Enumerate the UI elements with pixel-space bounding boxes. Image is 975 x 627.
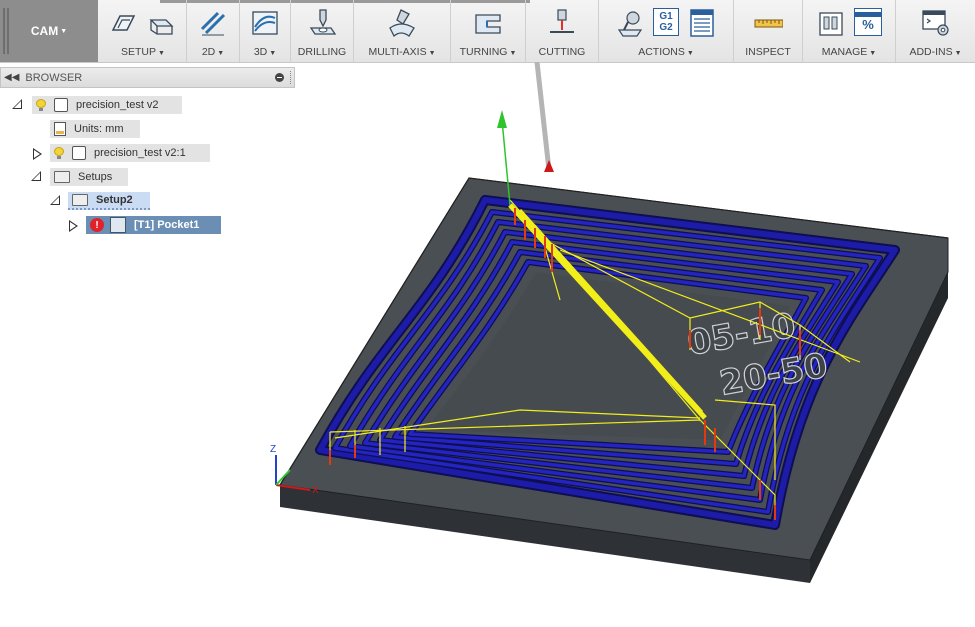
multi-axis-icon[interactable] [387, 8, 417, 38]
browser-item-label: precision_test v2 [76, 99, 159, 111]
post-g2-label: G2 [659, 22, 673, 33]
3d-group[interactable]: 3D ▼ [240, 0, 291, 62]
tool-library-icon[interactable] [816, 8, 846, 38]
chevron-down-icon: ▼ [158, 50, 165, 57]
3d-adaptive-icon[interactable] [250, 8, 280, 38]
panel-resize-grip[interactable] [290, 71, 293, 84]
browser-item-units[interactable]: Units: mm [50, 120, 140, 138]
chevron-down-icon: ▼ [954, 50, 962, 57]
cutting-icon[interactable] [547, 8, 577, 38]
toolbar: CAM ▼ SETUP ▼ 2D ▼ 3D ▼ DRILLING MULTI-A… [0, 0, 975, 63]
error-icon: ! [90, 218, 104, 232]
units-icon [54, 122, 66, 136]
chevron-down-icon: ▼ [217, 50, 225, 57]
browser-item-label: Setups [78, 171, 113, 183]
visibility-bulb-icon[interactable] [36, 99, 46, 111]
document-icon [54, 98, 68, 112]
drill-icon[interactable] [307, 8, 337, 38]
expand-toggle-icon[interactable] [33, 148, 42, 160]
panel-options-icon[interactable] [275, 73, 284, 82]
browser-item-document[interactable]: precision_test v2 [32, 96, 182, 114]
workspace-switcher-button[interactable]: CAM ▼ [0, 0, 98, 62]
cutting-group-label: CUTTING [538, 46, 586, 58]
chevron-down-icon: ▼ [509, 50, 517, 57]
drilling-group-label: DRILLING [297, 46, 347, 58]
chevron-down-icon: ▼ [269, 50, 277, 57]
setup-group[interactable]: SETUP ▼ [100, 0, 187, 62]
templates-percent-label: % [862, 17, 874, 32]
setup-group-label: SETUP [121, 46, 157, 58]
workspace-label: CAM [30, 24, 59, 38]
chevron-down-icon: ▼ [686, 50, 694, 57]
add-ins-group[interactable]: ADD-INS ▼ [896, 0, 975, 62]
browser-item-label: [T1] Pocket1 [134, 219, 200, 231]
visibility-bulb-icon[interactable] [54, 147, 64, 159]
component-icon [72, 146, 86, 160]
expand-toggle-icon[interactable] [69, 220, 78, 232]
expand-toggle-icon[interactable] [50, 195, 60, 205]
setup-sheet-icon[interactable] [687, 8, 717, 38]
setup-icon[interactable] [109, 8, 139, 38]
add-ins-group-label: ADD-INS [909, 46, 953, 58]
post-g1-label: G1 [659, 11, 673, 22]
drilling-group[interactable]: DRILLING [291, 0, 354, 62]
multi-axis-group[interactable]: MULTI-AXIS ▼ [354, 0, 451, 62]
multi-axis-group-label: MULTI-AXIS [368, 46, 427, 58]
toolbar-grip [7, 8, 9, 54]
browser-item-label: Setup2 [96, 194, 133, 206]
browser-title: BROWSER [25, 71, 83, 84]
browser-item-label: Units: mm [74, 123, 124, 135]
expand-toggle-icon[interactable] [31, 171, 41, 181]
cutting-group[interactable]: CUTTING [526, 0, 599, 62]
setups-folder-icon [54, 171, 70, 183]
3d-group-label: 3D [253, 46, 268, 58]
manage-group[interactable]: % MANAGE ▼ [803, 0, 896, 62]
actions-group-label: ACTIONS [638, 46, 685, 58]
2d-adaptive-icon[interactable] [198, 8, 228, 38]
turning-group[interactable]: TURNING ▼ [451, 0, 526, 62]
expand-toggle-icon[interactable] [12, 99, 22, 109]
2d-group-label: 2D [201, 46, 216, 58]
browser-item-operation[interactable]: ! [T1] Pocket1 [86, 216, 221, 234]
chevron-down-icon: ▼ [869, 50, 877, 57]
simulate-icon[interactable] [615, 8, 645, 38]
collapse-panel-icon[interactable]: ◀◀ [4, 72, 19, 83]
chevron-down-icon: ▼ [428, 50, 436, 57]
browser-item-label: precision_test v2:1 [94, 147, 186, 159]
browser-panel-header[interactable]: ◀◀ BROWSER [0, 67, 295, 88]
scripts-icon[interactable] [921, 8, 951, 38]
browser-item-component[interactable]: precision_test v2:1 [50, 144, 210, 162]
templates-icon[interactable]: % [854, 8, 882, 36]
axis-z-label: Z [270, 444, 276, 455]
manage-group-label: MANAGE [821, 46, 868, 58]
measure-icon[interactable] [753, 8, 783, 38]
post-process-icon[interactable]: G1 G2 [653, 8, 679, 36]
browser-item-setups[interactable]: Setups [50, 168, 128, 186]
turning-group-label: TURNING [459, 46, 508, 58]
axis-x-label: X [312, 485, 319, 496]
turning-icon[interactable] [473, 8, 503, 38]
browser-item-setup[interactable]: Setup2 [68, 192, 150, 210]
inspect-group-label: INSPECT [745, 46, 791, 58]
setup-icon [72, 194, 88, 206]
2d-group[interactable]: 2D ▼ [187, 0, 240, 62]
pocket-operation-icon [110, 217, 126, 233]
actions-group[interactable]: G1 G2 ACTIONS ▼ [599, 0, 734, 62]
chevron-down-icon: ▼ [60, 27, 68, 35]
toolbar-grip [3, 8, 5, 54]
stock-icon[interactable] [147, 8, 177, 38]
inspect-group[interactable]: INSPECT [734, 0, 803, 62]
